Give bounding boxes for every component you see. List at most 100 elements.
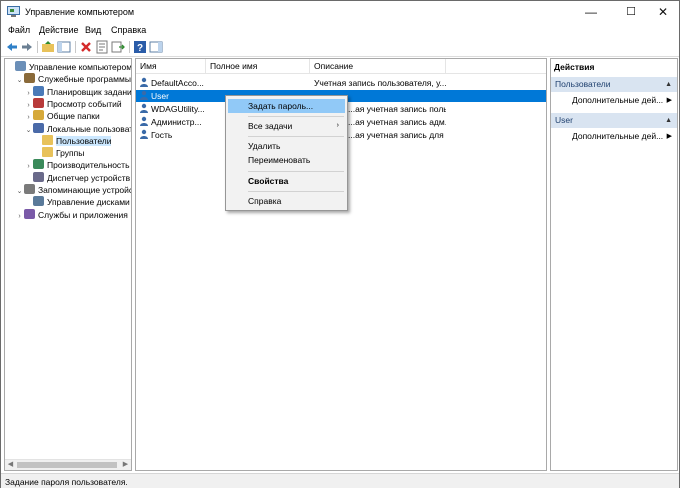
context-menu: Задать пароль... Все задачи › Удалить Пе… [225, 95, 348, 211]
tree-item-label: Диспетчер устройств [47, 172, 131, 183]
user-description: ...ая учетная запись пользоват... [348, 104, 446, 114]
user-description: ...ая учетная запись для ... [348, 130, 446, 140]
task-scheduler-icon [33, 85, 44, 96]
toolbar: ? [1, 38, 679, 57]
tree-item-label: Управление дисками [47, 197, 130, 208]
submenu-arrow-icon: ▶ [666, 97, 672, 104]
ctx-delete[interactable]: Удалить [228, 139, 345, 153]
tree-item[interactable]: › Производительность [24, 159, 130, 171]
actions-header: Действия [554, 62, 595, 72]
submenu-arrow-icon: › [336, 122, 339, 129]
export-list-icon[interactable] [111, 40, 125, 54]
collapse-arrow-icon[interactable]: ⌄ [15, 186, 24, 198]
delete-x-icon[interactable] [79, 40, 93, 54]
actions-section-users[interactable]: Пользователи ▲ [551, 77, 677, 92]
tree-item[interactable]: › Планировщик заданий [24, 85, 132, 98]
user-account-icon [140, 90, 148, 100]
menu-help[interactable]: Справка [111, 25, 146, 35]
tree-item-label: Производительность [47, 160, 130, 171]
shared-folders-icon [33, 110, 44, 121]
column-header-description[interactable]: Описание [310, 59, 446, 74]
tree-item-label: Управление компьютером (л [29, 62, 132, 72]
window-title: Управление компьютером [25, 7, 135, 17]
show-action-pane-icon[interactable] [149, 40, 163, 54]
collapse-arrow-icon[interactable]: ⌄ [15, 75, 24, 87]
user-name-cell: Администр... [139, 116, 207, 128]
ctx-separator [248, 191, 344, 192]
console-tree-pane: Управление компьютером (л ⌄ Служебные прог… [4, 58, 132, 471]
user-name: Гость [151, 130, 173, 140]
user-description: Учетная запись пользователя, у... [314, 78, 446, 88]
user-account-icon [140, 103, 148, 113]
ctx-set-password[interactable]: Задать пароль... [228, 99, 345, 113]
tools-icon [24, 73, 35, 84]
expand-arrow-icon[interactable]: › [15, 211, 24, 223]
tree-item[interactable]: ⌄ Служебные программы [15, 73, 131, 85]
tree-item-label: Общие папки [47, 111, 100, 122]
tree-item-label: Служебные программы [38, 74, 131, 85]
user-account-icon [140, 129, 148, 139]
more-actions-label: Дополнительные дей... [572, 95, 664, 105]
properties-icon[interactable] [95, 40, 109, 54]
scroll-left-icon[interactable]: ◀ [5, 460, 16, 470]
user-name: DefaultAcco... [151, 78, 204, 88]
actions-section-user[interactable]: User ▲ [551, 113, 677, 128]
tree-item[interactable]: Группы [33, 147, 84, 159]
status-text: Задание пароля пользователя. [5, 477, 128, 487]
user-account-icon [140, 77, 148, 87]
back-arrow-icon[interactable] [5, 40, 19, 54]
tree-item-label: Запоминающие устройст [38, 185, 132, 195]
tree-item[interactable]: › Общие папки [24, 110, 100, 122]
performance-icon [33, 159, 44, 170]
ctx-rename[interactable]: Переименовать [228, 153, 345, 167]
maximize-button[interactable]: ☐ [614, 1, 648, 23]
tree-item[interactable]: Управление компьютером (л [6, 61, 132, 73]
more-actions-user[interactable]: Дополнительные дей... ▶ [551, 130, 677, 143]
column-header-full-name[interactable]: Полное имя [206, 59, 310, 74]
ctx-separator [248, 136, 344, 137]
collapse-up-icon[interactable]: ▲ [665, 113, 672, 128]
computer-management-app-icon [7, 6, 20, 17]
user-name-cell: DefaultAcco... [139, 77, 207, 89]
collapse-up-icon[interactable]: ▲ [665, 77, 672, 92]
tree-item-label: Службы и приложения [38, 209, 128, 220]
column-header-name[interactable]: Имя [136, 59, 206, 74]
user-name: Администр... [151, 117, 202, 127]
menu-file[interactable]: Файл [8, 25, 30, 35]
up-folder-icon[interactable] [41, 40, 55, 54]
toolbar-separator [129, 41, 130, 53]
menu-action[interactable]: Действие [39, 25, 79, 35]
tree-item[interactable]: Управление дисками [24, 196, 130, 208]
minimize-button[interactable]: — [574, 1, 608, 23]
tree-item-label: Пользователи [56, 135, 112, 146]
tree-item[interactable]: › Службы и приложения [15, 208, 128, 223]
folder-icon [42, 134, 53, 145]
svg-text:?: ? [137, 43, 143, 54]
tree-item-label: Планировщик заданий [47, 86, 132, 97]
menu-view[interactable]: Вид [85, 25, 101, 35]
ctx-properties[interactable]: Свойства [228, 174, 345, 188]
list-header: Имя Полное имя Описание [136, 59, 546, 74]
tree-item[interactable]: Диспетчер устройств [24, 171, 131, 184]
tree-item[interactable]: › Просмотр событий [24, 97, 122, 110]
user-description: ...ая учетная запись адм... [348, 117, 446, 127]
tree-item[interactable]: Пользователи [33, 134, 112, 147]
help-icon[interactable]: ? [133, 40, 147, 54]
ctx-help[interactable]: Справка [228, 194, 345, 208]
ctx-separator [248, 116, 344, 117]
tree-item[interactable]: ⌄ Локальные пользовате [24, 122, 132, 137]
scroll-thumb[interactable] [17, 462, 117, 468]
more-actions-users[interactable]: Дополнительные дей... ▶ [551, 94, 677, 107]
toolbar-separator [75, 41, 76, 53]
tree-item[interactable]: ⌄ Запоминающие устройст [15, 184, 132, 198]
forward-arrow-icon[interactable] [20, 40, 34, 54]
tree-horizontal-scrollbar[interactable]: ◀ ▶ [5, 459, 131, 470]
scroll-right-icon[interactable]: ▶ [120, 460, 131, 470]
collapse-arrow-icon[interactable]: ⌄ [24, 125, 33, 137]
ctx-all-tasks[interactable]: Все задачи › [228, 119, 345, 133]
user-row[interactable]: DefaultAcco... Учетная запись пользовател… [136, 77, 546, 89]
services-icon [24, 208, 35, 219]
close-button[interactable]: ✕ [646, 1, 680, 23]
tree-item-label: Локальные пользовате [47, 123, 132, 134]
show-hide-tree-icon[interactable] [57, 40, 71, 54]
